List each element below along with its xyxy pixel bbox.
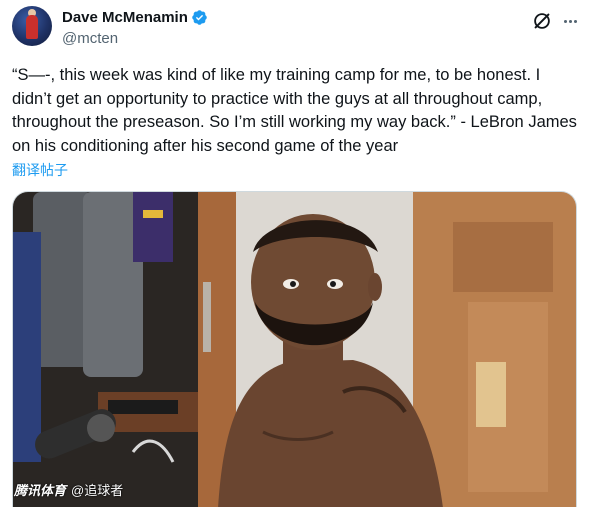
author-handle[interactable]: @mcten <box>62 30 118 47</box>
verified-badge-icon <box>192 10 207 25</box>
avatar[interactable] <box>12 6 52 46</box>
grok-icon[interactable] <box>531 10 553 32</box>
more-horizontal-icon[interactable] <box>559 10 581 32</box>
video-frame-illustration <box>13 192 576 507</box>
watermark-brand: 腾讯体育 <box>14 483 67 498</box>
author-display-name[interactable]: Dave McMenamin <box>62 9 188 26</box>
tweet-header: Dave McMenamin @mcten <box>12 6 579 50</box>
name-row: Dave McMenamin <box>62 9 208 26</box>
tweet-text: “S—-, this week was kind of like my trai… <box>12 66 582 155</box>
dot-shape <box>563 19 567 23</box>
translate-post-link[interactable]: 翻译帖子 <box>12 160 68 180</box>
avatar-figure-shape <box>26 15 38 39</box>
dot-shape <box>573 19 577 23</box>
video-watermark: 腾讯体育 @追球者 <box>14 480 123 499</box>
dot-shape <box>568 19 572 23</box>
tweet-media-video[interactable] <box>12 191 577 507</box>
watermark-account: @追球者 <box>71 483 124 498</box>
